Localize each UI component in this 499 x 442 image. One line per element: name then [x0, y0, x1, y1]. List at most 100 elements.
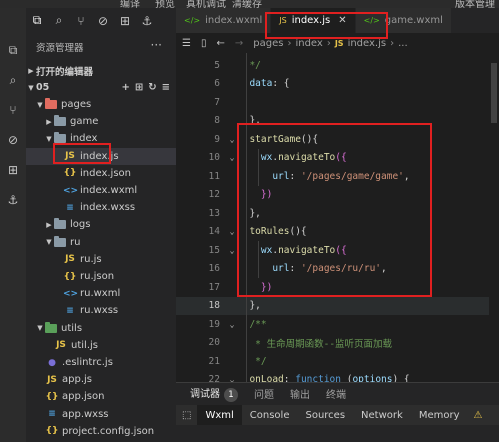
tree-file[interactable]: ≡ ru.wxss: [26, 302, 176, 319]
breadcrumb-index[interactable]: index: [295, 38, 322, 49]
code-text: url: '/pages/ru/ru',: [238, 263, 386, 274]
code-line[interactable]: 21 */: [176, 352, 499, 371]
extensions-icon[interactable]: ⊞: [0, 158, 26, 182]
wxss-file-icon: ≡: [66, 305, 74, 316]
code-text: toRules(){: [238, 226, 306, 237]
fold-chevron-icon[interactable]: ⌄: [226, 135, 238, 144]
docker-icon[interactable]: ⚓: [136, 14, 158, 28]
tree-file[interactable]: {} app.json: [26, 388, 176, 405]
menu-item-clear-cache[interactable]: 清缓存: [232, 0, 262, 8]
tree-folder[interactable]: ▼ pages: [26, 96, 176, 113]
code-line[interactable]: 5 */: [176, 56, 499, 75]
debug-icon[interactable]: ⊘: [92, 14, 114, 28]
code-line[interactable]: 13 },: [176, 204, 499, 223]
tree-file[interactable]: {} index.json: [26, 165, 176, 182]
devtools-tab-sources[interactable]: Sources: [297, 405, 353, 425]
tab-game-wxml[interactable]: </> game.wxml: [355, 8, 452, 33]
tree-folder[interactable]: ▼ index: [26, 130, 176, 147]
code-line[interactable]: 22 ⌄ onLoad: function (options) {: [176, 371, 499, 382]
code-line[interactable]: 10 ⌄ wx.navigateTo({: [176, 149, 499, 168]
files-icon[interactable]: ⧉: [0, 38, 26, 62]
chevron-right-icon: ›: [326, 37, 331, 49]
files-icon[interactable]: ⧉: [26, 13, 48, 28]
code-line[interactable]: 19 ⌄ /**: [176, 315, 499, 334]
menu-item-version[interactable]: 版本管理: [455, 0, 495, 8]
tab-index-js[interactable]: JS index.js ✕: [271, 8, 356, 33]
project-section[interactable]: ▼ 05 + ⊞ ↻ ≡: [26, 79, 176, 96]
more-actions-icon[interactable]: ···: [151, 38, 162, 52]
bookmark-icon[interactable]: ▯: [201, 38, 207, 49]
code-line[interactable]: 17 }): [176, 278, 499, 297]
code-area[interactable]: 5 */6 data: {7 8 }, 9 ⌄ startGame(){10 ⌄ wx.…: [176, 53, 499, 382]
open-editors-section[interactable]: ▶ 打开的编辑器: [26, 62, 176, 79]
debug-icon[interactable]: ⊘: [0, 128, 26, 152]
tree-file[interactable]: ● .eslintrc.js: [26, 354, 176, 371]
tree-file[interactable]: <> ru.wxml: [26, 285, 176, 302]
fold-chevron-icon[interactable]: ⌄: [226, 227, 238, 236]
collapse-all-icon[interactable]: ≡: [162, 82, 170, 93]
new-folder-icon[interactable]: ⊞: [135, 82, 143, 93]
tree-file[interactable]: JS index.js: [26, 147, 176, 165]
refresh-icon[interactable]: ↻: [148, 82, 156, 93]
close-icon[interactable]: ✕: [338, 15, 346, 26]
fold-chevron-icon[interactable]: ⌄: [226, 375, 238, 382]
vertical-scrollbar[interactable]: [489, 53, 499, 382]
devtools-tab-console[interactable]: Console: [242, 405, 298, 425]
code-line[interactable]: 12 }): [176, 186, 499, 205]
tab-output[interactable]: 输出: [290, 386, 310, 401]
inspect-icon[interactable]: ⬚: [176, 410, 197, 421]
docker-icon[interactable]: ⚓: [0, 188, 26, 212]
fold-chevron-icon[interactable]: ⌄: [226, 320, 238, 329]
tree-file[interactable]: {} ru.json: [26, 268, 176, 285]
tree-file[interactable]: ≡ app.wxss: [26, 406, 176, 423]
source-control-icon[interactable]: ⑂: [70, 14, 92, 28]
tree-folder[interactable]: ▼ ru: [26, 234, 176, 251]
tree-file[interactable]: ≡ index.wxss: [26, 199, 176, 216]
menu-item-preview[interactable]: 预览: [155, 0, 175, 8]
scrollbar-thumb[interactable]: [491, 63, 497, 123]
search-icon[interactable]: ⌕: [48, 13, 70, 28]
js-file-icon: JS: [279, 16, 287, 25]
code-line[interactable]: 11 url: '/pages/game/game',: [176, 167, 499, 186]
list-icon[interactable]: ☰: [182, 38, 191, 49]
fold-chevron-icon[interactable]: ⌄: [226, 246, 238, 255]
code-line[interactable]: 14 ⌄ toRules(){: [176, 223, 499, 242]
back-arrow-icon[interactable]: ←: [216, 38, 224, 49]
code-line[interactable]: 18 },: [176, 296, 499, 315]
breadcrumb-tail[interactable]: ...: [398, 38, 408, 49]
code-line[interactable]: 7: [176, 93, 499, 112]
tree-file[interactable]: JS util.js: [26, 337, 176, 354]
tree-folder[interactable]: ▶ logs: [26, 216, 176, 233]
search-icon[interactable]: ⌕: [0, 68, 26, 92]
tab-index-wxml[interactable]: </> index.wxml: [176, 8, 272, 33]
devtools-tab-memory[interactable]: Memory: [411, 405, 468, 425]
code-line[interactable]: 6 data: {: [176, 75, 499, 94]
tree-file[interactable]: JS ru.js: [26, 251, 176, 268]
breadcrumb-file[interactable]: index.js: [348, 38, 387, 49]
fold-chevron-icon[interactable]: ⌄: [226, 153, 238, 162]
extensions-icon[interactable]: ⊞: [114, 14, 136, 28]
code-line[interactable]: 20 * 生命周期函数--监听页面加载: [176, 334, 499, 353]
menu-item-compile[interactable]: 编译: [120, 0, 140, 8]
devtools-tab-network[interactable]: Network: [353, 405, 411, 425]
tree-file[interactable]: <> index.wxml: [26, 182, 176, 199]
forward-arrow-icon[interactable]: →: [235, 38, 243, 49]
code-line[interactable]: 16 url: '/pages/ru/ru',: [176, 260, 499, 279]
code-line[interactable]: 9 ⌄ startGame(){: [176, 130, 499, 149]
tree-folder[interactable]: ▼ utils: [26, 320, 176, 337]
devtools-tab-wxml[interactable]: Wxml: [197, 405, 242, 425]
tab-label: index.wxml: [205, 15, 263, 26]
tab-problems[interactable]: 问题: [254, 386, 274, 401]
code-line[interactable]: 8 },: [176, 112, 499, 131]
tab-terminal[interactable]: 终端: [326, 386, 346, 401]
tree-file[interactable]: JS app.js: [26, 371, 176, 388]
menu-item-device-debug[interactable]: 真机调试: [186, 0, 226, 8]
warning-icon[interactable]: ⚠: [467, 410, 488, 421]
tab-debugger[interactable]: 调试器 1: [190, 385, 238, 402]
source-control-icon[interactable]: ⑂: [0, 98, 26, 122]
new-file-icon[interactable]: +: [121, 82, 129, 93]
breadcrumb-pages[interactable]: pages: [253, 38, 283, 49]
tree-folder[interactable]: ▶ game: [26, 113, 176, 130]
tree-file[interactable]: {} project.config.json: [26, 423, 176, 440]
code-line[interactable]: 15 ⌄ wx.navigateTo({: [176, 241, 499, 260]
